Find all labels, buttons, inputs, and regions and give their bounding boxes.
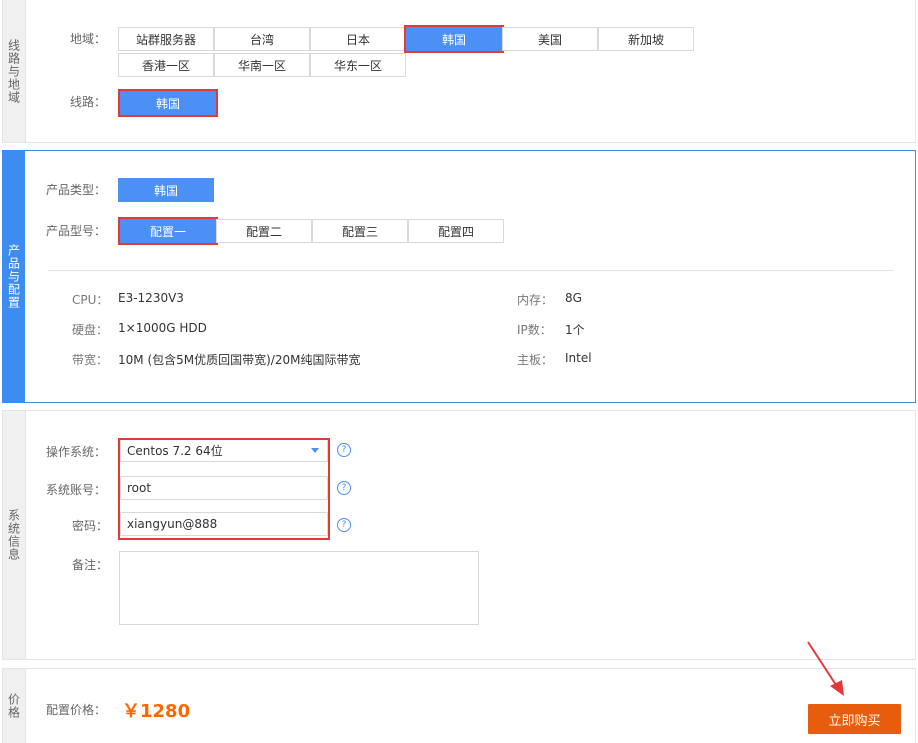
spec-disk-value: 1×1000G HDD	[118, 321, 207, 335]
spec-ip-value: 1个	[565, 323, 585, 337]
os-label: 操作系统：	[46, 445, 107, 459]
product-model-label: 产品型号：	[46, 224, 107, 238]
spec-bandwidth-key: 带宽：	[72, 353, 109, 367]
spec-disk-key: 硬盘：	[72, 323, 109, 337]
spec-divider	[48, 270, 894, 271]
spec-board-value: Intel	[565, 351, 592, 365]
region-option-usa[interactable]: 美国	[502, 27, 598, 51]
line-label: 线路：	[70, 95, 107, 109]
arrow-pointer-icon	[807, 641, 844, 696]
password-help-icon[interactable]: ?	[337, 518, 351, 532]
spec-board-key: 主板：	[517, 353, 554, 367]
region-section-title: 线路与地域	[3, 0, 26, 142]
spec-ip-key: IP数：	[517, 323, 552, 337]
password-label: 密码：	[72, 519, 109, 533]
model-option-4[interactable]: 配置四	[408, 219, 504, 243]
region-option-japan[interactable]: 日本	[310, 27, 406, 51]
region-option-east-china1[interactable]: 华东一区	[310, 53, 406, 77]
system-section-title: 系统信息	[3, 411, 26, 659]
region-option-south-china1[interactable]: 华南一区	[214, 53, 310, 77]
account-help-icon[interactable]: ?	[337, 481, 351, 495]
region-option-station[interactable]: 站群服务器	[118, 27, 214, 51]
account-label: 系统账号：	[46, 483, 107, 497]
spec-mem-value: 8G	[565, 291, 582, 305]
region-option-hk1[interactable]: 香港一区	[118, 53, 214, 77]
region-label: 地域：	[70, 32, 107, 46]
notes-label: 备注：	[72, 558, 109, 572]
buy-now-button[interactable]: 立即购买	[808, 704, 901, 734]
region-option-korea[interactable]: 韩国	[404, 25, 504, 53]
region-option-singapore[interactable]: 新加坡	[598, 27, 694, 51]
spec-cpu-key: CPU：	[72, 293, 109, 307]
product-section-title: 产品与配置	[3, 151, 25, 402]
os-help-icon[interactable]: ?	[337, 443, 351, 457]
model-option-1[interactable]: 配置一	[118, 217, 218, 245]
notes-textarea[interactable]	[119, 551, 479, 625]
price-label: 配置价格：	[46, 703, 107, 717]
price-value: ￥1280	[122, 701, 191, 722]
spec-bandwidth-value: 10M (包含5M优质回国带宽)/20M纯国际带宽	[118, 353, 361, 367]
model-option-3[interactable]: 配置三	[312, 219, 408, 243]
price-section-title: 价格	[3, 669, 26, 743]
system-highlight-box	[118, 438, 330, 540]
region-option-taiwan[interactable]: 台湾	[214, 27, 310, 51]
product-type-option[interactable]: 韩国	[118, 178, 214, 202]
line-option-korea[interactable]: 韩国	[118, 89, 218, 117]
model-option-2[interactable]: 配置二	[216, 219, 312, 243]
spec-cpu-value: E3-1230V3	[118, 291, 184, 305]
spec-mem-key: 内存：	[517, 293, 554, 307]
product-type-label: 产品类型：	[46, 183, 107, 197]
